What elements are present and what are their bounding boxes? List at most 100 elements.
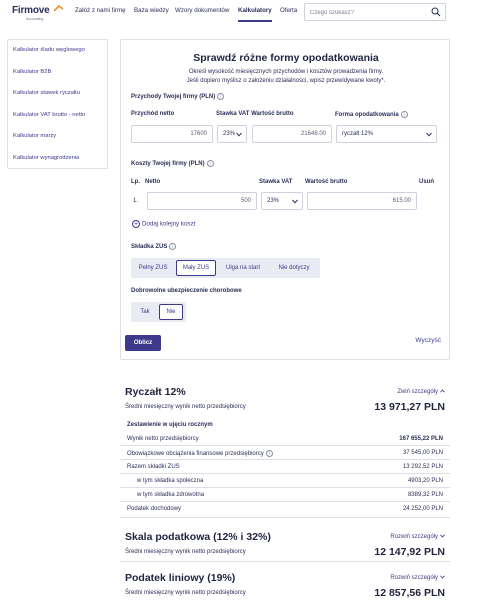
logo-text: Firmove: [12, 5, 50, 16]
zus-option-small[interactable]: Mały ZUS: [176, 260, 216, 276]
cost-net-value: 500: [240, 198, 251, 204]
summary-row-value: 13 292,52 PLN: [402, 464, 443, 470]
add-cost-button[interactable]: + Dodaj kolejny koszt: [132, 220, 195, 228]
cost-vat-select[interactable]: 23%: [261, 192, 303, 210]
sidebar-item-lump-sum[interactable]: Kalkulator stawek ryczałtu: [13, 90, 80, 96]
divider: [120, 459, 450, 460]
zus-label: Składka ZUS i: [131, 243, 177, 251]
info-icon[interactable]: i: [265, 450, 273, 457]
search-icon[interactable]: [431, 7, 441, 17]
chevron-up-icon: [440, 389, 445, 393]
expand-details-toggle[interactable]: Rozwiń szczegóły: [390, 575, 445, 581]
summary-row-label: Podatek dochodowy: [127, 506, 182, 512]
revenue-section-label: Przychody Twojej firmy (PLN) i: [131, 93, 225, 101]
logo[interactable]: Firmove Accounting: [12, 5, 64, 23]
costs-section-text: Koszty Twojej firmy (PLN): [131, 161, 205, 168]
sickness-segmented-control: Tak Nie: [131, 302, 186, 322]
intro-line-2: Jeśli dopiero myślisz o założeniu działa…: [186, 78, 386, 84]
col-net: Netto: [145, 179, 161, 185]
summary-row-label: w tym składka zdrowotna: [137, 492, 205, 498]
result-flat-value: 12 857,56 PLN: [374, 587, 445, 599]
cost-gross-field: 615.00: [307, 192, 417, 210]
zus-option-none[interactable]: Nie dotyczy: [270, 260, 318, 276]
logo-mark-icon: [54, 5, 64, 12]
result-scale-subtitle: Średni miesięczny wynik netto przedsiębi…: [125, 549, 246, 555]
expand-details-toggle[interactable]: Rozwiń szczegóły: [390, 534, 445, 540]
divider: [120, 487, 450, 488]
summary-row-value: 24 252,00 PLN: [402, 506, 443, 512]
revenue-gross-value: 21648.00: [300, 131, 326, 137]
zus-option-full[interactable]: Pełny ZUS: [133, 260, 173, 276]
col-tax-form-text: Forma opodatkowania: [335, 112, 399, 119]
nav-zaloz-firme[interactable]: Załóż z nami firmę: [75, 7, 126, 14]
col-gross: Wartość brutto: [305, 179, 348, 185]
cost-net-input[interactable]: 500: [147, 192, 257, 210]
info-icon[interactable]: i: [217, 93, 225, 100]
top-header: Firmove Accounting Załóż z nami firmę Ba…: [0, 0, 500, 26]
add-cost-label: Dodaj kolejny koszt: [142, 220, 196, 228]
info-icon[interactable]: i: [169, 243, 177, 250]
info-icon[interactable]: i: [206, 160, 214, 167]
nav-active-underline: [238, 20, 272, 22]
chevron-down-icon: [292, 199, 298, 204]
search-input[interactable]: [310, 7, 430, 18]
summary-row-value: 4903,20 PLN: [407, 478, 443, 484]
logo-subtext: Accounting: [26, 17, 44, 21]
result-lump-sum-value: 13 971,27 PLN: [374, 401, 445, 413]
revenue-vat-value: 23%: [223, 131, 236, 137]
nav-baza-wiedzy[interactable]: Baza wiedzy: [134, 7, 169, 14]
result-flat-subtitle: Średni miesięczny wynik netto przedsiębi…: [125, 590, 246, 596]
summary-row-value: 8389,32 PLN: [407, 492, 443, 498]
summary-row-value: 167 655,22 PLN: [399, 436, 443, 442]
nav-kalkulatory[interactable]: Kalkulatory: [238, 7, 272, 14]
sickness-option-no[interactable]: Nie: [159, 304, 183, 320]
tax-form-select[interactable]: ryczałt 12%: [336, 125, 437, 143]
col-tax-form: Forma opodatkowania i: [335, 111, 408, 118]
divider: [120, 561, 450, 562]
sickness-option-yes[interactable]: Tak: [133, 304, 157, 320]
summary-row-value: 37 545,00 PLN: [402, 450, 443, 456]
nav-oferta[interactable]: Oferta: [280, 7, 297, 14]
col-lp: Lp.: [131, 179, 140, 185]
chevron-down-icon: [236, 132, 242, 137]
summary-row-label-text: Obowiązkowe obciążenia finansowe przedsi…: [127, 451, 264, 458]
sidebar-item-margin[interactable]: Kalkulator marży: [13, 133, 56, 139]
costs-section-label: Koszty Twojej firmy (PLN) i: [131, 160, 214, 167]
calculate-button[interactable]: Oblicz: [125, 335, 161, 351]
revenue-vat-select[interactable]: 23%: [217, 125, 247, 143]
result-lump-sum-title: Ryczałt 12%: [125, 386, 186, 398]
sidebar-item-carbon[interactable]: Kalkulator śladu węglowego: [13, 47, 85, 53]
result-scale-title: Skala podatkowa (12% i 32%): [125, 531, 271, 543]
chevron-down-icon: [440, 575, 445, 580]
zus-label-text: Składka ZUS: [131, 244, 168, 251]
info-icon[interactable]: i: [400, 111, 408, 118]
result-lump-sum-subtitle: Średni miesięczny wynik netto przedsiębi…: [125, 404, 246, 410]
summary-title: Zestawienie w ujęciu rocznym: [127, 422, 213, 428]
summary-row-label: Obowiązkowe obciążenia finansowe przedsi…: [127, 450, 273, 457]
summary-row-label: Razem składki ZUS: [127, 464, 180, 470]
sidebar-item-vat[interactable]: Kalkulator VAT brutto - netto: [13, 112, 85, 118]
sidebar-item-salary[interactable]: Kalkulator wynagrodzenia: [13, 155, 79, 161]
divider: [120, 517, 450, 518]
clear-button[interactable]: Wyczyść: [415, 337, 441, 344]
tax-form-value: ryczałt 12%: [342, 131, 374, 137]
zus-segmented-control: Pełny ZUS Mały ZUS Ulga na start Nie dot…: [131, 258, 320, 278]
revenue-net-input[interactable]: 17600: [131, 125, 213, 143]
result-flat-title: Podatek liniowy (19%): [125, 572, 236, 584]
revenue-section-text: Przychody Twojej firmy (PLN): [131, 94, 216, 101]
page-title: Sprawdź różne formy opodatkowania: [193, 52, 379, 64]
expand-details-label: Rozwiń szczegóły: [390, 575, 438, 581]
result-scale-value: 12 147,92 PLN: [374, 546, 445, 558]
plus-icon: +: [132, 220, 140, 228]
search-box: [304, 3, 446, 21]
cost-lp: 1.: [133, 198, 139, 204]
zus-option-start[interactable]: Ulga na start: [219, 260, 267, 276]
tax-form-card: Sprawdź różne formy opodatkowania Określ…: [120, 39, 450, 360]
collapse-details-toggle[interactable]: Zwiń szczegóły: [397, 389, 445, 395]
nav-wzory-dokumentow[interactable]: Wzory dokumentów: [175, 7, 229, 14]
cost-gross-value: 615.00: [392, 198, 411, 204]
revenue-net-value: 17600: [190, 131, 207, 137]
col-vat: Stawka VAT: [259, 179, 293, 185]
sidebar-item-b2b[interactable]: Kalkulator B2B: [13, 69, 51, 75]
col-net-revenue: Przychód netto: [131, 111, 175, 117]
